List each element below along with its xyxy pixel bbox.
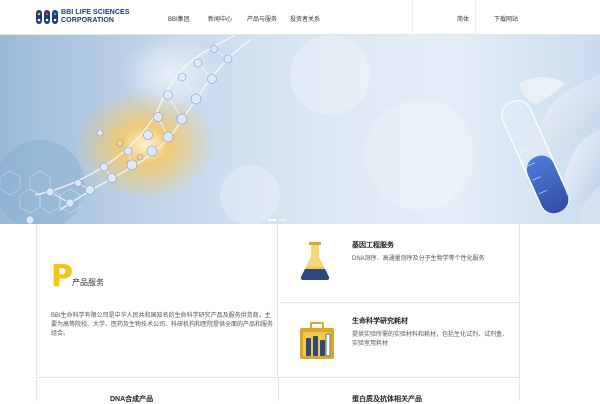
- hero-banner[interactable]: [0, 35, 600, 224]
- hero-illustration: [0, 35, 600, 224]
- card-title: 蛋白质及抗体相关产品: [352, 396, 422, 403]
- card-title: 基因工程服务: [352, 242, 394, 249]
- card-title: DNA合成产品: [110, 396, 154, 403]
- nav-item-group[interactable]: BBI集团: [168, 14, 190, 23]
- bbi-logo-icon: [36, 9, 58, 25]
- products-description: BBI生命科学有限公司是中华人民共和国知名的生命科学研究产品及服务供货商。主要为…: [51, 313, 274, 337]
- logo-line-1: BBI LIFE SCIENCES: [61, 9, 130, 16]
- company-logo[interactable]: BBI LIFE SCIENCES CORPORATION: [36, 9, 130, 25]
- flask-icon: [299, 241, 331, 286]
- nav-item-products[interactable]: 产品与服务: [247, 14, 277, 23]
- site-header: BBI LIFE SCIENCES CORPORATION BBI集团 新闻中心…: [0, 0, 600, 35]
- products-letter: P: [51, 259, 73, 294]
- card-protein-antibody[interactable]: 蛋白质及抗体相关产品: [279, 378, 520, 403]
- card-title: 生命科学研究耗材: [352, 318, 408, 325]
- card-description: DNA测序、高通量测序及分子生物学等个性化服务: [352, 256, 485, 262]
- language-switch[interactable]: 简体: [457, 14, 469, 23]
- nav-divider: [475, 0, 476, 35]
- products-intro-panel: [36, 224, 278, 376]
- card-gene-engineering[interactable]: 基因工程服务 DNA测序、高通量测序及分子生物学等个性化服务: [279, 224, 520, 303]
- bottom-cards-row: DNA合成产品 蛋白质及抗体相关产品: [36, 377, 520, 403]
- carousel-dots[interactable]: [268, 218, 288, 222]
- right-nav: 简体 下载网站: [412, 0, 600, 35]
- nav-item-news[interactable]: 新闻中心: [208, 14, 232, 23]
- logo-line-2: CORPORATION: [61, 17, 115, 24]
- card-description: 提供实验所需的实验材料和耗材，包括生化试剂、试剂盒、实验室用耗材: [352, 332, 509, 347]
- download-site-link[interactable]: 下载网站: [494, 14, 518, 23]
- lab-kit-icon: [299, 322, 335, 365]
- card-lab-consumables[interactable]: 生命科学研究耗材 提供实验所需的实验材料和耗材，包括生化试剂、试剂盒、实验室用耗…: [279, 303, 520, 377]
- products-title: 产品服务: [72, 278, 104, 287]
- card-dna-synthesis[interactable]: DNA合成产品: [36, 378, 279, 403]
- nav-item-investors[interactable]: 投资者关系: [290, 14, 320, 23]
